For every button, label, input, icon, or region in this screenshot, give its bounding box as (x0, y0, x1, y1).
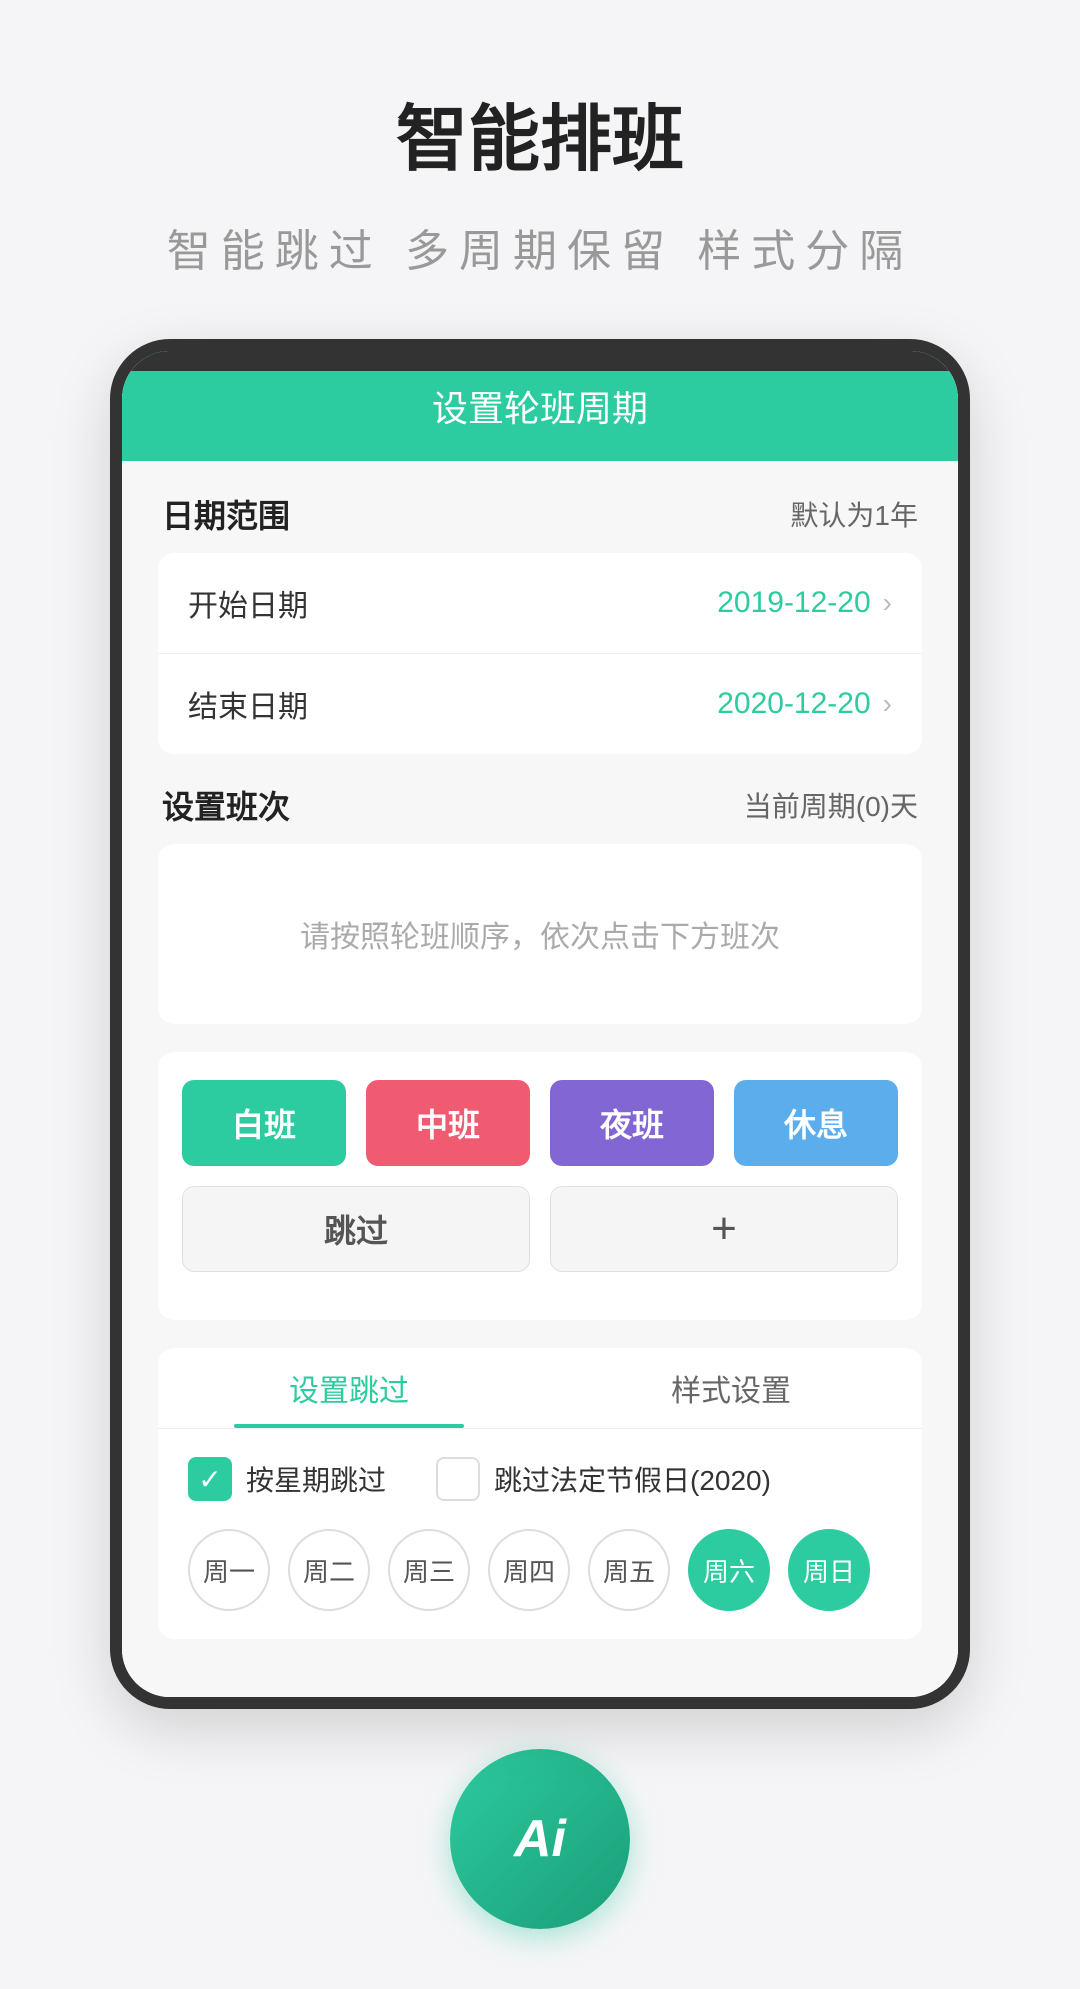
ai-button-area: Ai (0, 1709, 1080, 1989)
start-date-row[interactable]: 开始日期 2019-12-20 › (158, 553, 922, 654)
date-section-hint: 默认为1年 (790, 494, 918, 534)
shift-btn-white[interactable]: 白班 (182, 1080, 346, 1166)
date-section-header: 日期范围 默认为1年 (158, 491, 922, 537)
shift-btn-add[interactable]: + (550, 1186, 898, 1272)
shift-buttons-row-1: 白班 中班 夜班 休息 (182, 1080, 898, 1166)
weekday-sat[interactable]: 周六 (688, 1529, 770, 1611)
page-header: 智能排班 智能跳过 多周期保留 样式分隔 (0, 0, 1080, 299)
end-date-label: 结束日期 (188, 682, 308, 726)
tab-bar: 设置跳过 样式设置 (158, 1348, 922, 1429)
phone-screen: 设置轮班周期 日期范围 默认为1年 开始日期 2019-12-20 › 结束日期 (122, 351, 958, 1697)
weekday-mon[interactable]: 周一 (188, 1529, 270, 1611)
tab-skip-settings[interactable]: 设置跳过 (158, 1348, 540, 1428)
weekday-wed[interactable]: 周三 (388, 1529, 470, 1611)
phone-frame: 设置轮班周期 日期范围 默认为1年 开始日期 2019-12-20 › 结束日期 (110, 339, 970, 1709)
tab-style-settings[interactable]: 样式设置 (540, 1348, 922, 1428)
weekday-tue[interactable]: 周二 (288, 1529, 370, 1611)
shift-placeholder-card: 请按照轮班顺序，依次点击下方班次 (158, 844, 922, 1024)
start-date-chevron-icon: › (883, 587, 892, 619)
weekly-skip-check-icon: ✓ (198, 1463, 221, 1496)
shift-btn-skip[interactable]: 跳过 (182, 1186, 530, 1272)
tab-skip-settings-label: 设置跳过 (289, 1366, 409, 1410)
weekly-skip-checkbox-item[interactable]: ✓ 按星期跳过 (188, 1457, 386, 1501)
holiday-skip-checkbox-item[interactable]: 跳过法定节假日(2020) (436, 1457, 771, 1501)
holiday-skip-checkbox[interactable] (436, 1457, 480, 1501)
checkbox-row: ✓ 按星期跳过 跳过法定节假日(2020) (188, 1457, 892, 1501)
weekly-skip-label: 按星期跳过 (246, 1459, 386, 1499)
shift-buttons-card: 白班 中班 夜班 休息 跳过 + (158, 1052, 922, 1320)
shift-section-header: 设置班次 当前周期(0)天 (158, 782, 922, 828)
end-date-row[interactable]: 结束日期 2020-12-20 › (158, 654, 922, 754)
date-section-label: 日期范围 (162, 491, 290, 537)
tab-content: ✓ 按星期跳过 跳过法定节假日(2020) 周一 (158, 1429, 922, 1639)
holiday-skip-label: 跳过法定节假日(2020) (494, 1459, 771, 1499)
shift-btn-mid[interactable]: 中班 (366, 1080, 530, 1166)
start-date-label: 开始日期 (188, 581, 308, 625)
end-date-value: 2020-12-20 (717, 687, 870, 721)
ai-button-text: Ai (514, 1809, 566, 1869)
page-subtitle: 智能跳过 多周期保留 样式分隔 (60, 215, 1020, 279)
shift-section-hint: 当前周期(0)天 (744, 785, 918, 825)
ai-button[interactable]: Ai (450, 1749, 630, 1929)
shift-placeholder-text: 请按照轮班顺序，依次点击下方班次 (300, 912, 780, 956)
page-title: 智能排班 (60, 80, 1020, 185)
weekday-fri[interactable]: 周五 (588, 1529, 670, 1611)
shift-btn-rest[interactable]: 休息 (734, 1080, 898, 1166)
start-date-value-container: 2019-12-20 › (717, 586, 892, 620)
app-header: 设置轮班周期 (122, 351, 958, 461)
start-date-value: 2019-12-20 (717, 586, 870, 620)
shift-btn-night[interactable]: 夜班 (550, 1080, 714, 1166)
tab-card: 设置跳过 样式设置 ✓ 按星期跳过 (158, 1348, 922, 1639)
shift-buttons-row-2: 跳过 + (182, 1186, 898, 1272)
tab-style-settings-label: 样式设置 (671, 1366, 791, 1410)
shift-section-label: 设置班次 (162, 782, 290, 828)
date-card: 开始日期 2019-12-20 › 结束日期 2020-12-20 › (158, 553, 922, 754)
app-content: 日期范围 默认为1年 开始日期 2019-12-20 › 结束日期 2020-1… (122, 461, 958, 1697)
weekday-thu[interactable]: 周四 (488, 1529, 570, 1611)
weekly-skip-checkbox[interactable]: ✓ (188, 1457, 232, 1501)
app-header-title: 设置轮班周期 (432, 380, 648, 432)
weekday-row: 周一 周二 周三 周四 周五 (188, 1529, 892, 1611)
end-date-value-container: 2020-12-20 › (717, 687, 892, 721)
end-date-chevron-icon: › (883, 688, 892, 720)
weekday-sun[interactable]: 周日 (788, 1529, 870, 1611)
